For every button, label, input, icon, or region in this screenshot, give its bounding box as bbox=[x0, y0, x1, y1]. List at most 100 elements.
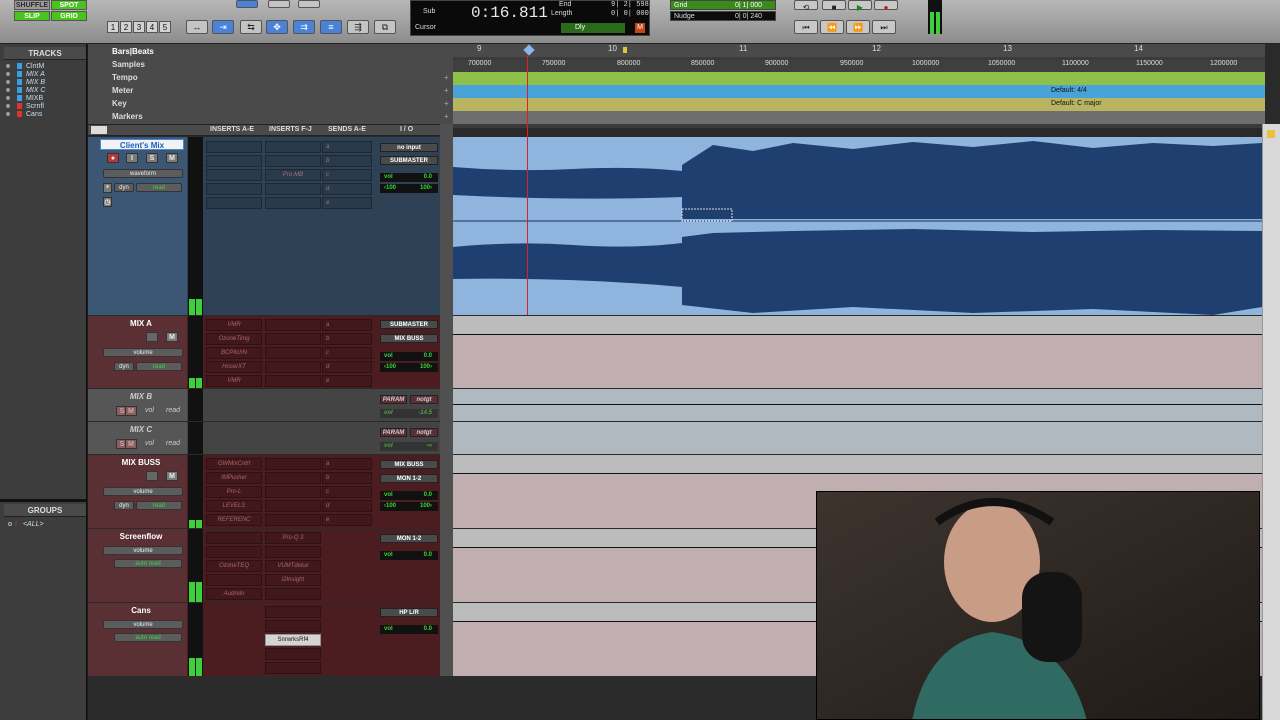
clip-bar[interactable] bbox=[453, 316, 1262, 334]
send-slot[interactable]: a bbox=[322, 458, 372, 470]
pan-readout[interactable]: ‹100 100› bbox=[380, 363, 438, 372]
tracklist-item-mix-a[interactable]: MIX A bbox=[6, 71, 84, 79]
insert-slot[interactable] bbox=[206, 574, 262, 586]
lane-mix-a[interactable] bbox=[453, 316, 1262, 388]
insert-slot[interactable]: REFERENC bbox=[206, 514, 262, 526]
key-ruler[interactable]: Default: C major bbox=[453, 98, 1265, 111]
insert-slot[interactable] bbox=[206, 141, 262, 153]
input-selector[interactable]: PARAM bbox=[380, 395, 407, 404]
tracklist-item-mixb[interactable]: MIXB bbox=[6, 95, 84, 103]
tracklist-item-mix-b[interactable]: MIX B bbox=[6, 79, 84, 87]
automation-mode-selector[interactable]: auto read bbox=[114, 559, 182, 568]
grabber-tool-icon[interactable]: ✥ bbox=[266, 20, 288, 34]
bars-beats-ruler[interactable]: 9 10 11 12 13 14 bbox=[453, 44, 1265, 57]
pan-readout[interactable]: ‹100 100› bbox=[380, 184, 438, 193]
smart-tool-icon[interactable]: ⇶ bbox=[347, 20, 369, 34]
timeline-rulers[interactable]: 9 10 11 12 13 14 700000 750000 800000 85… bbox=[453, 44, 1265, 128]
insert-slot[interactable] bbox=[265, 472, 321, 484]
insert-slot[interactable] bbox=[265, 514, 321, 526]
mic-tool-icon[interactable] bbox=[268, 0, 290, 8]
link-tool-icon[interactable]: ⧉ bbox=[374, 20, 396, 34]
elastic-icon[interactable]: * bbox=[103, 183, 112, 193]
group-item-all[interactable]: ! <ALL> bbox=[8, 521, 86, 529]
add-tempo-icon[interactable]: + bbox=[444, 73, 449, 82]
insert-slot[interactable] bbox=[265, 486, 321, 498]
output-selector[interactable]: MON 1-2 bbox=[380, 534, 438, 543]
add-key-icon[interactable]: + bbox=[444, 99, 449, 108]
insert-slot[interactable]: Pro-Q 3 bbox=[265, 532, 321, 544]
insert-slot[interactable] bbox=[265, 662, 321, 674]
mute-button[interactable]: M bbox=[166, 332, 178, 342]
send-slot[interactable]: c bbox=[322, 169, 372, 181]
send-slot[interactable]: a bbox=[322, 141, 372, 153]
insert-slot[interactable] bbox=[265, 333, 321, 345]
play-button[interactable]: ▶ bbox=[848, 0, 872, 12]
input-monitor-button[interactable]: I bbox=[126, 153, 138, 163]
pencil-tool-icon[interactable]: ≡ bbox=[320, 20, 342, 34]
volume-readout[interactable]: vol -∞ bbox=[380, 442, 438, 451]
lane-clients-mix[interactable] bbox=[453, 137, 1262, 315]
insert-slot[interactable] bbox=[265, 183, 321, 195]
send-slot[interactable]: d bbox=[322, 361, 372, 373]
meter-ruler[interactable]: Default: 4/4 bbox=[453, 85, 1265, 98]
insert-slot[interactable] bbox=[206, 197, 262, 209]
insert-slot[interactable] bbox=[265, 375, 321, 387]
track-name[interactable]: Cans bbox=[99, 605, 183, 616]
tempo-ruler[interactable] bbox=[453, 72, 1265, 85]
zoom-preset-3[interactable]: 3 bbox=[133, 21, 145, 33]
solo-button[interactable] bbox=[146, 332, 158, 342]
tempo-ruler-label[interactable]: Tempo bbox=[112, 73, 138, 82]
selector-tool-icon[interactable]: ⇆ bbox=[240, 20, 262, 34]
volume-readout[interactable]: vol 0.0 bbox=[380, 625, 438, 634]
volume-line[interactable] bbox=[453, 473, 1262, 474]
zoom-preset-4[interactable]: 4 bbox=[146, 21, 158, 33]
solo-button[interactable] bbox=[146, 471, 158, 481]
insert-slot-vmr[interactable]: VMR bbox=[206, 375, 262, 387]
insert-slot[interactable]: VUMTdelux bbox=[265, 560, 321, 572]
insert-slot[interactable] bbox=[265, 458, 321, 470]
slip-mode-button[interactable]: SLIP bbox=[14, 11, 50, 21]
automation-mode-selector[interactable]: read bbox=[136, 183, 182, 192]
insert-slot-hoser[interactable]: HoserXT bbox=[206, 361, 262, 373]
volume-readout[interactable]: vol 0.0 bbox=[380, 352, 438, 361]
mute-button[interactable]: M bbox=[166, 153, 178, 163]
insert-slot[interactable] bbox=[265, 500, 321, 512]
insert-slot[interactable]: OzoneTEQ bbox=[206, 560, 262, 572]
tracks-panel-title[interactable]: TRACKS bbox=[4, 47, 86, 60]
automation-mode-selector[interactable]: read bbox=[136, 362, 182, 371]
spot-mode-button[interactable]: SPOT bbox=[51, 0, 87, 10]
send-slot[interactable]: b bbox=[322, 155, 372, 167]
send-slot[interactable]: c bbox=[322, 347, 372, 359]
send-slot[interactable]: e bbox=[322, 514, 372, 526]
send-slot[interactable]: d bbox=[322, 183, 372, 195]
dyn-button[interactable]: dyn bbox=[114, 362, 134, 371]
panel-divider[interactable] bbox=[0, 499, 87, 502]
selection-marker-icon[interactable] bbox=[623, 47, 627, 53]
trim-tool-icon[interactable]: ⇥ bbox=[212, 20, 234, 34]
send-slot[interactable]: b bbox=[322, 333, 372, 345]
nudge-value-field[interactable]: Nudge 0| 0| 240 bbox=[670, 11, 776, 21]
insert-slot-ozone[interactable]: OzoneTimg bbox=[206, 333, 262, 345]
insert-slot[interactable]: Audrelo bbox=[206, 588, 262, 600]
insert-slot[interactable] bbox=[206, 155, 262, 167]
automation-mode-label[interactable]: read bbox=[166, 440, 180, 447]
send-slot[interactable]: c bbox=[322, 486, 372, 498]
markers-ruler-label[interactable]: Markers bbox=[112, 112, 143, 121]
automation-mode-selector[interactable]: read bbox=[136, 501, 182, 510]
input-selector[interactable]: no input bbox=[380, 143, 438, 152]
grid-value-field[interactable]: Grid 0| 1| 000 bbox=[670, 0, 776, 10]
input-selector[interactable]: PARAM bbox=[380, 428, 407, 437]
markers-ruler[interactable] bbox=[453, 111, 1265, 124]
insert-slot[interactable] bbox=[265, 197, 321, 209]
go-to-end-button[interactable]: ⏭ bbox=[872, 20, 896, 34]
add-meter-icon[interactable]: + bbox=[444, 86, 449, 95]
track-name[interactable]: MIX B bbox=[99, 391, 183, 402]
insert-slot[interactable] bbox=[265, 141, 321, 153]
pan-readout[interactable]: ‹100 100› bbox=[380, 502, 438, 511]
track-view-selector[interactable]: volume bbox=[103, 546, 183, 555]
timebase-icon[interactable]: ◷ bbox=[103, 197, 112, 207]
scrubber-tool-icon[interactable]: ⇉ bbox=[293, 20, 315, 34]
zoom-preset-5[interactable]: 5 bbox=[159, 21, 171, 33]
track-view-selector[interactable]: waveform bbox=[103, 169, 183, 178]
insert-slot[interactable] bbox=[265, 361, 321, 373]
